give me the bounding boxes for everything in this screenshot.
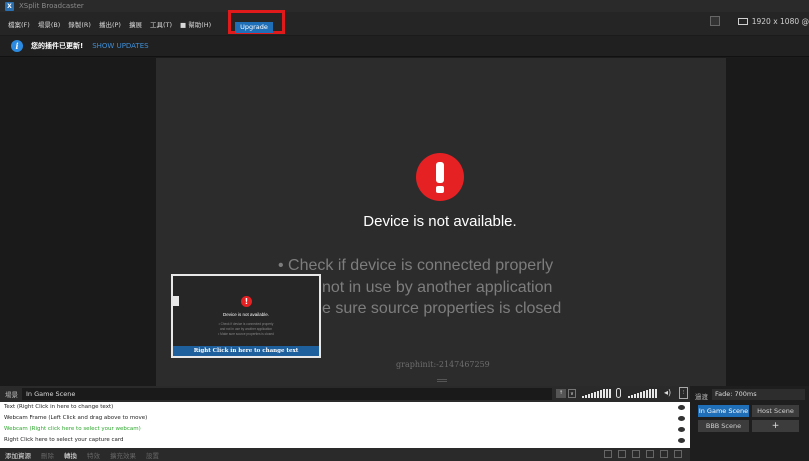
resize-handle[interactable] [437,379,447,382]
transform-button[interactable]: 轉換 [64,450,77,460]
sources-toolbar: 添加資源 刪除 轉換 特效 擴充效果 設置 [0,448,690,461]
extra-effects-button[interactable]: 擴充效果 [110,450,136,460]
xsplit-logo-icon: X [5,1,14,11]
source-label-webcam: Webcam (Right click here to select your … [4,426,141,432]
stage-hint-3: e sure source properties is closed [322,300,562,317]
sources-list: Text (Right Click in here to change text… [0,402,690,448]
scene-button-bbb[interactable]: BBB Scene [698,420,749,432]
transition-select[interactable]: Fade: 700ms [712,389,805,400]
list-item[interactable]: Right Click here to select your capture … [0,435,690,446]
menu-scene[interactable]: 場景(B) [38,19,61,29]
eye-icon[interactable] [678,427,685,432]
add-scene-button[interactable]: + [752,420,799,432]
move-down-icon[interactable] [674,450,682,458]
menu-tools[interactable]: 工具(T) [150,19,172,29]
scene-name-field[interactable]: In Game Scene [22,388,552,400]
list-item[interactable]: Text (Right Click in here to change text… [0,402,690,413]
folder-icon[interactable] [604,450,612,458]
device-unavailable-title: Device is not available. [363,213,517,230]
fit-icon[interactable] [632,450,640,458]
info-icon: i [11,40,23,52]
audio-mixer-icon[interactable]: ⫶ [679,387,688,399]
lock-icon[interactable] [618,450,626,458]
volume-up-icon[interactable]: ↑ [556,389,566,398]
transition-panel: 過渡 Fade: 700ms In Game Scene Host Scene … [690,386,809,461]
stage-right-margin [726,58,809,386]
menu-extensions[interactable]: 擴展 [129,19,142,29]
expand-icon[interactable] [646,450,654,458]
microphone-icon[interactable] [616,388,621,398]
settings-button[interactable]: 設置 [146,450,159,460]
thumbnail-hint-2: and not in use by another application [219,327,273,331]
alert-icon [416,153,464,201]
graph-error-code: graphinit:-2147467259 [396,360,490,369]
add-source-button[interactable]: 添加資源 [5,450,31,460]
update-notice: i 您的插件已更新! SHOW UPDATES [0,36,809,57]
thumbnail-hint-3: • Make sure source properties is closed [218,332,274,336]
eye-icon[interactable] [678,416,685,421]
show-updates-link[interactable]: SHOW UPDATES [92,42,148,50]
mic-volume-meter[interactable] [628,389,658,398]
upgrade-button[interactable]: Upgrade [235,22,273,33]
list-item[interactable]: Webcam Frame (Left Click and drag above … [0,413,690,424]
menubar-right: 1920 x 1080 @ [709,16,809,26]
source-thumbnail[interactable]: ! Device is not available. • Check if de… [171,274,321,358]
source-label-text: Text (Right Click in here to change text… [4,404,114,410]
menu-record[interactable]: 錄製(R) [68,19,91,29]
menu-file[interactable]: 檔案(F) [8,19,30,29]
resolution-selector[interactable]: 1920 x 1080 @ [752,17,809,26]
audio-dropdown-icon[interactable]: ∨ [568,389,576,398]
thumbnail-alert-icon: ! [241,296,252,307]
thumbnail-title: Device is not available. [222,312,270,317]
menu-help[interactable]: ■ 幫助(H) [180,19,211,29]
title-bar: X XSplit Broadcaster [0,0,809,12]
monitor-icon [737,17,748,25]
stage-hint-2: not in use by another application [322,279,553,296]
window-title: XSplit Broadcaster [19,2,84,10]
thumbnail-notch [173,296,179,306]
thumbnail-hint-1: • Check if device is connected properly [218,322,274,326]
scene-button-in-game[interactable]: In Game Scene [698,405,749,417]
eye-icon[interactable] [678,438,685,443]
move-up-icon[interactable] [660,450,668,458]
notice-text: 您的插件已更新! [31,42,84,50]
menu-broadcast[interactable]: 播出(P) [99,19,121,29]
thumbnail-caption: Right Click in here to change text [173,346,319,356]
speaker-icon[interactable]: ◂) [664,388,671,397]
scene-label: 場景 [5,391,18,399]
eye-icon[interactable] [678,405,685,410]
list-item[interactable]: Webcam (Right click here to select your … [0,424,690,435]
source-label-capture-card: Right Click here to select your capture … [4,437,124,443]
source-label-webcam-frame: Webcam Frame (Left Click and drag above … [4,415,148,421]
scene-button-host[interactable]: Host Scene [752,405,799,417]
effects-button[interactable]: 特效 [87,450,100,460]
toolbar-icons [598,450,682,458]
layout-toggle-icon[interactable] [709,16,720,26]
menu-bar: 檔案(F) 場景(B) 錄製(R) 播出(P) 擴展 工具(T) ■ 幫助(H) [0,12,809,35]
stage-hint-1: • Check if device is connected properly [278,257,554,274]
stage-left-margin [0,58,156,386]
system-volume-meter[interactable] [582,389,612,398]
transition-label: 過渡 [695,393,708,401]
thumbnail-preview: ! Device is not available. • Check if de… [173,276,319,346]
delete-source-button[interactable]: 刪除 [41,450,54,460]
